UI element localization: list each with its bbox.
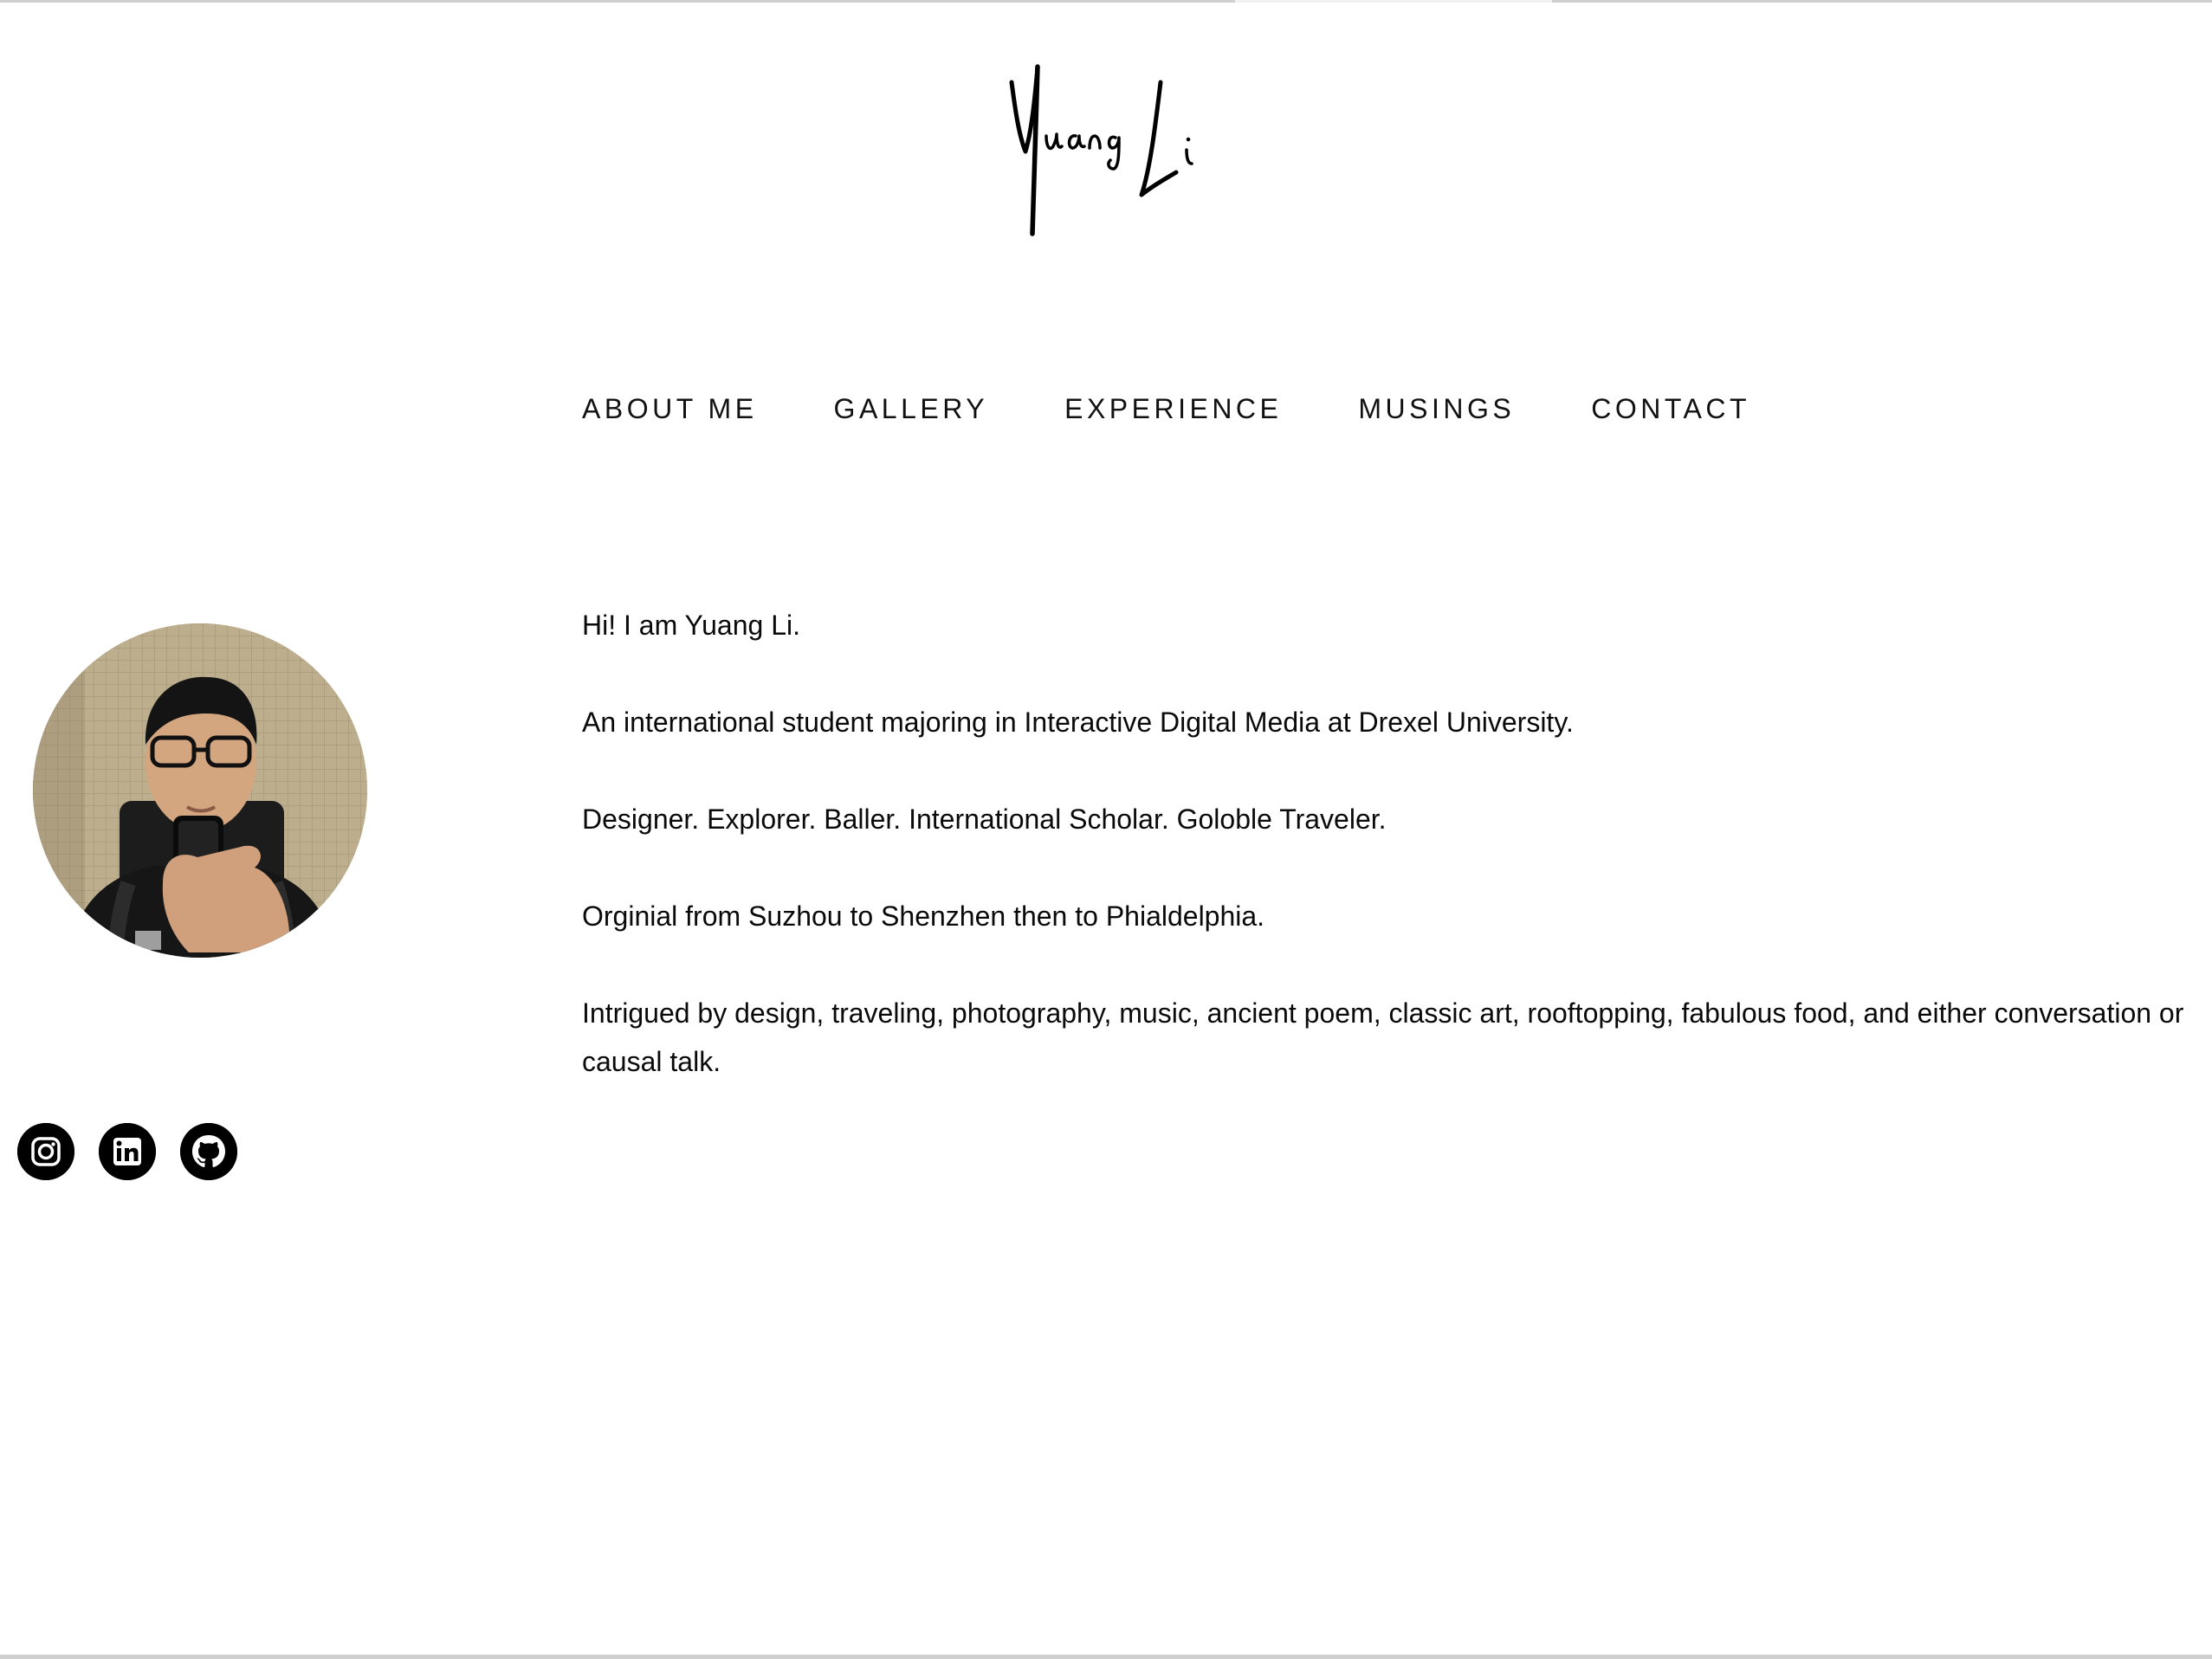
page: ABOUT ME GALLERY EXPERIENCE MUSINGS CONT… [0, 0, 2212, 1659]
social-links [17, 1123, 262, 1180]
nav-item-experience[interactable]: EXPERIENCE [1064, 393, 1282, 425]
github-icon[interactable] [180, 1123, 237, 1180]
nav-item-musings[interactable]: MUSINGS [1358, 393, 1515, 425]
nav-item-gallery[interactable]: GALLERY [834, 393, 989, 425]
main-nav: ABOUT ME GALLERY EXPERIENCE MUSINGS CONT… [582, 390, 1750, 428]
top-border [0, 0, 2212, 3]
bio-line-identities: Designer. Explorer. Baller. Internationa… [582, 804, 1387, 835]
avatar [33, 623, 367, 958]
bottom-border [0, 1655, 2212, 1659]
nav-item-about-me[interactable]: ABOUT ME [582, 393, 758, 425]
signature-logo[interactable] [996, 56, 1213, 247]
bio-section: Hi! I am Yuang Li. An international stud… [582, 601, 2212, 1134]
signature-logo-graphic [1009, 64, 1193, 236]
bio-line-origin: Orginial from Suzhou to Shenzhen then to… [582, 901, 1265, 932]
profile-photo [33, 623, 367, 958]
bio-line-major: An international student majoring in Int… [582, 707, 1574, 738]
linkedin-icon[interactable] [99, 1123, 156, 1180]
instagram-icon[interactable] [17, 1123, 74, 1180]
nav-item-contact[interactable]: CONTACT [1591, 393, 1750, 425]
bio-greeting: Hi! I am Yuang Li. [582, 610, 800, 641]
bio-line-interests: Intrigued by design, traveling, photogra… [582, 997, 2184, 1077]
